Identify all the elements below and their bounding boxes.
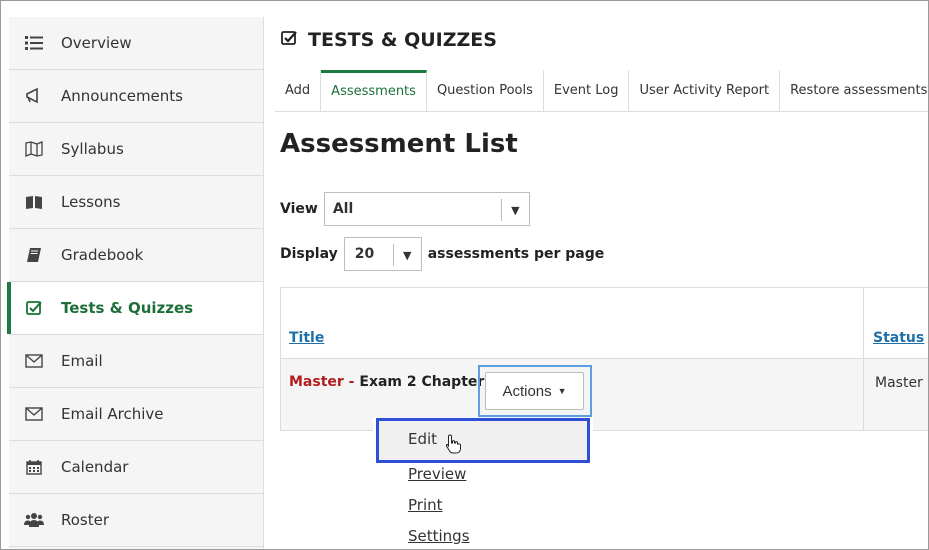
tab-assessments[interactable]: Assessments	[321, 70, 427, 112]
sidebar-item-label: Tests & Quizzes	[61, 299, 194, 317]
chevron-down-icon: ▼	[392, 244, 421, 266]
window-frame: Overview Announcements Syllabus Lessons …	[0, 0, 929, 550]
view-filter-row: View All ▼	[280, 192, 530, 226]
actions-button[interactable]: Actions ▼	[485, 372, 584, 410]
tab-event-log[interactable]: Event Log	[544, 70, 630, 112]
menu-item-print[interactable]: Print	[408, 496, 443, 514]
tool-tabs: Add Assessments Question Pools Event Log…	[275, 70, 928, 112]
hand-pointer-icon	[445, 434, 463, 458]
column-header-title[interactable]: Title	[289, 330, 324, 346]
sidebar-item-email[interactable]: Email	[9, 335, 263, 388]
tab-restore-assessments[interactable]: Restore assessments	[780, 70, 928, 112]
megaphone-icon	[23, 86, 45, 106]
display-filter-row: Display 20 ▼ assessments per page	[280, 237, 604, 271]
header-divider	[281, 358, 928, 359]
chevron-down-icon: ▼	[500, 199, 529, 221]
page-title: Assessment List	[280, 129, 518, 159]
map-icon	[23, 139, 45, 159]
actions-dropdown-menu: Edit Preview Print Settings	[373, 418, 593, 549]
sidebar-item-label: Lessons	[61, 193, 121, 211]
sidebar-nav: Overview Announcements Syllabus Lessons …	[7, 17, 264, 549]
sidebar-item-email-archive[interactable]: Email Archive	[9, 388, 263, 441]
sidebar-item-label: Gradebook	[61, 246, 144, 264]
sidebar-item-overview[interactable]: Overview	[9, 17, 263, 70]
status-cell: Master	[875, 375, 923, 391]
sidebar-item-announcements[interactable]: Announcements	[9, 70, 263, 123]
view-select[interactable]: All ▼	[323, 192, 530, 226]
check-square-icon	[281, 29, 298, 51]
caret-down-icon: ▼	[557, 386, 567, 396]
sidebar-item-gradebook[interactable]: Gradebook	[9, 229, 263, 282]
sidebar-item-label: Syllabus	[61, 140, 124, 158]
actions-button-label: Actions	[502, 382, 552, 400]
column-header-status[interactable]: Status	[873, 330, 924, 346]
display-count-value: 20	[354, 246, 375, 262]
check-square-icon	[23, 298, 45, 318]
tab-user-activity-report[interactable]: User Activity Report	[629, 70, 781, 112]
calendar-icon	[23, 457, 45, 477]
tab-question-pools[interactable]: Question Pools	[427, 70, 544, 112]
book-open-icon	[23, 192, 45, 212]
column-divider	[863, 288, 864, 430]
tab-add[interactable]: Add	[275, 70, 322, 112]
sidebar-item-label: Email Archive	[61, 405, 164, 423]
sidebar-item-label: Email	[61, 352, 103, 370]
display-label: Display	[280, 246, 338, 262]
view-label: View	[280, 201, 318, 217]
sidebar-item-syllabus[interactable]: Syllabus	[9, 123, 263, 176]
view-select-value: All	[332, 201, 354, 217]
tool-title-text: TESTS & QUIZZES	[308, 29, 497, 51]
sidebar-item-label: Calendar	[61, 458, 129, 476]
main-content: TESTS & QUIZZES Add Assessments Question…	[265, 1, 928, 549]
display-suffix-label: assessments per page	[427, 246, 605, 262]
users-icon	[23, 510, 45, 530]
sidebar-item-roster[interactable]: Roster	[9, 494, 263, 547]
envelope-icon	[23, 404, 45, 424]
menu-item-settings[interactable]: Settings	[408, 527, 470, 545]
sidebar-item-tests-quizzes[interactable]: Tests & Quizzes	[7, 282, 263, 335]
book-icon	[23, 245, 45, 265]
tool-title: TESTS & QUIZZES	[281, 29, 497, 51]
display-count-select[interactable]: 20 ▼	[343, 237, 422, 271]
menu-item-preview[interactable]: Preview	[408, 465, 466, 483]
sidebar-item-lessons[interactable]: Lessons	[9, 176, 263, 229]
sidebar-item-label: Roster	[61, 511, 110, 529]
envelope-icon	[23, 351, 45, 371]
master-prefix: Master -	[289, 374, 360, 390]
assessment-table: Title Status Master - Exam 2 Chapters 3 …	[280, 287, 928, 431]
sidebar-item-label: Announcements	[61, 87, 183, 105]
list-icon	[23, 33, 45, 53]
menu-item-edit[interactable]: Edit	[408, 430, 437, 448]
sidebar-item-calendar[interactable]: Calendar	[9, 441, 263, 494]
sidebar-item-label: Overview	[61, 34, 132, 52]
